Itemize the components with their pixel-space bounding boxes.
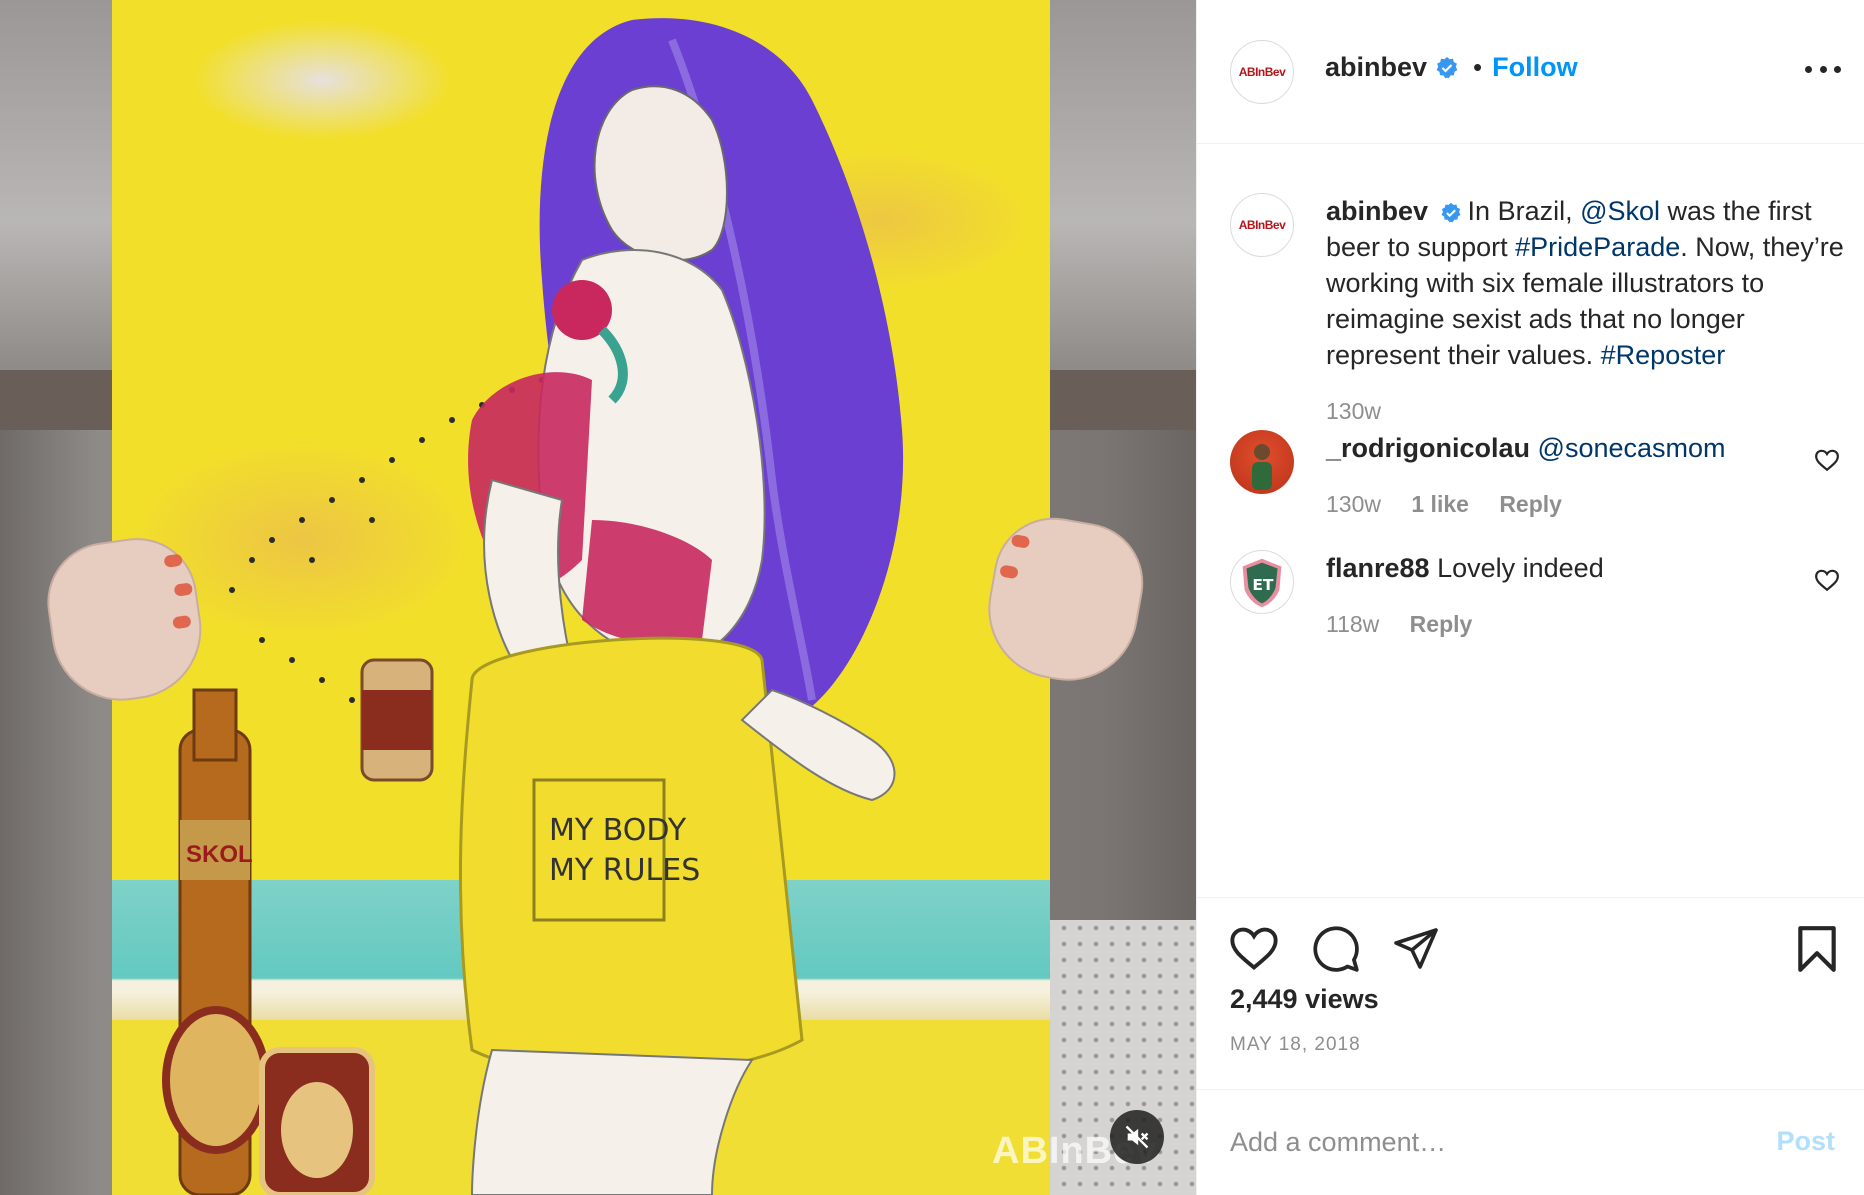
follow-button[interactable]: Follow bbox=[1492, 52, 1577, 83]
svg-text:ET: ET bbox=[1252, 576, 1274, 594]
illustration-poster: MY BODY MY RULES SKOL bbox=[112, 0, 1050, 1195]
mute-button[interactable] bbox=[1110, 1110, 1164, 1164]
like-comment-heart-icon[interactable] bbox=[1814, 568, 1840, 592]
comment-timestamp[interactable]: 118w bbox=[1326, 611, 1379, 637]
post-actions: 2,449 views MAY 18, 2018 bbox=[1197, 897, 1864, 1089]
comment-likes[interactable]: 1 like bbox=[1411, 491, 1469, 517]
verified-badge-icon bbox=[1436, 56, 1458, 78]
comment-meta: 118w Reply bbox=[1326, 606, 1850, 642]
comment-text: Lovely indeed bbox=[1437, 553, 1604, 583]
caption-mention-link[interactable]: @Skol bbox=[1580, 196, 1660, 226]
author-avatar[interactable]: ABInBev bbox=[1230, 40, 1294, 104]
post-caption: ABInBev abinbev In Brazil, @Skol was the… bbox=[1230, 193, 1850, 429]
post-media[interactable]: MY BODY MY RULES SKOL ABInBev bbox=[0, 0, 1196, 1195]
view-count[interactable]: 2,449 views bbox=[1230, 984, 1379, 1015]
share-icon[interactable] bbox=[1391, 924, 1441, 972]
commenter-username[interactable]: flanre88 bbox=[1326, 553, 1430, 583]
author-line: abinbev • Follow bbox=[1325, 52, 1578, 83]
comment-meta: 130w 1 like Reply bbox=[1326, 486, 1850, 522]
bottle-label: SKOL bbox=[186, 841, 253, 868]
post-header: ABInBev abinbev • Follow bbox=[1197, 0, 1864, 144]
shield-logo-icon: ET bbox=[1242, 558, 1282, 608]
commenter-username[interactable]: _rodrigonicolau bbox=[1326, 433, 1530, 463]
speaker-muted-icon bbox=[1125, 1125, 1149, 1149]
verified-badge-icon bbox=[1441, 202, 1461, 223]
avatar-person-icon bbox=[1252, 444, 1272, 490]
post-comment-button[interactable]: Post bbox=[1776, 1126, 1835, 1157]
caption-username[interactable]: abinbev bbox=[1326, 196, 1428, 226]
reply-button[interactable]: Reply bbox=[1410, 611, 1473, 637]
bookmark-icon[interactable] bbox=[1795, 924, 1839, 974]
poster-text-line2: MY RULES bbox=[549, 853, 700, 888]
commenter-avatar[interactable]: ET bbox=[1230, 550, 1294, 614]
comment-timestamp[interactable]: 130w bbox=[1326, 491, 1381, 517]
poster-text-line1: MY BODY bbox=[549, 813, 687, 848]
separator-dot: • bbox=[1473, 52, 1483, 82]
comment-item: _rodrigonicolau @sonecasmom 130w 1 like … bbox=[1230, 430, 1850, 522]
caption-avatar[interactable]: ABInBev bbox=[1230, 193, 1294, 257]
comment-item: ET flanre88 Lovely indeed 118w Reply bbox=[1230, 550, 1850, 642]
comment-icon[interactable] bbox=[1310, 924, 1362, 974]
comments-section: ABInBev abinbev In Brazil, @Skol was the… bbox=[1197, 145, 1864, 897]
caption-meta: 130w bbox=[1326, 393, 1850, 429]
comment-mention-link[interactable]: @sonecasmom bbox=[1538, 433, 1726, 463]
caption-hashtag-link[interactable]: #PrideParade bbox=[1515, 232, 1680, 262]
post-date[interactable]: MAY 18, 2018 bbox=[1230, 1034, 1361, 1056]
commenter-avatar[interactable] bbox=[1230, 430, 1294, 494]
post-sidebar: ABInBev abinbev • Follow ABInBev abinbev… bbox=[1196, 0, 1864, 1195]
caption-timestamp[interactable]: 130w bbox=[1326, 398, 1381, 424]
caption-text: abinbev In Brazil, @Skol was the first b… bbox=[1326, 193, 1850, 429]
heart-icon[interactable] bbox=[1228, 924, 1280, 972]
author-username[interactable]: abinbev bbox=[1325, 52, 1427, 83]
illustration-figure: MY BODY MY RULES SKOL bbox=[162, 18, 904, 1195]
caption-hashtag-link[interactable]: #Reposter bbox=[1601, 340, 1726, 370]
add-comment-bar: Post bbox=[1197, 1089, 1864, 1195]
like-comment-heart-icon[interactable] bbox=[1814, 448, 1840, 472]
comment-input[interactable] bbox=[1230, 1120, 1710, 1164]
reply-button[interactable]: Reply bbox=[1499, 491, 1562, 517]
more-options-icon[interactable] bbox=[1805, 66, 1841, 78]
